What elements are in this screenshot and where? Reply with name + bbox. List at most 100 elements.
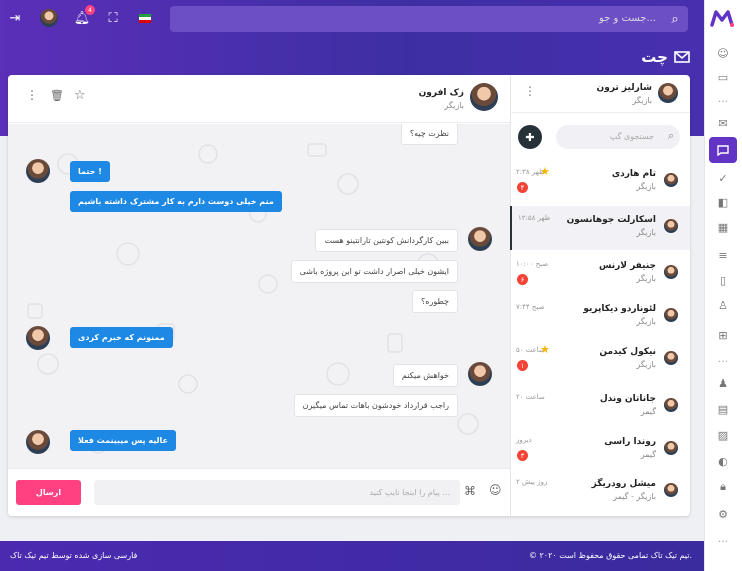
more-dots-icon-2: ··· [717, 354, 729, 368]
settings-icon[interactable]: ⚙ [712, 503, 734, 525]
emoji-icon[interactable]: ☺ [489, 483, 502, 497]
lock-icon[interactable]: 🔒︎ [712, 476, 734, 498]
avatar [664, 308, 678, 322]
chat-card: شارلیز ترون بازیگر ⋮ ⌕ جستجوی گپ ✚ تام ه… [8, 75, 690, 516]
nav-chat-active[interactable] [709, 137, 737, 163]
footer: © ۲۰۲۰ تیم تیک تاک تمامی حقوق محفوظ است.… [0, 541, 704, 571]
contact-role: گیمر [640, 407, 656, 416]
mail-icon[interactable]: ✉ [712, 112, 734, 134]
contact-role: گیمر [640, 450, 656, 459]
copyright-text: © ۲۰۲۰ تیم تیک تاک تمامی حقوق محفوظ است. [528, 551, 692, 560]
message-bubble-left: ممنونم که خبرم کردی [70, 327, 173, 348]
chat-contact-role: بازیگر [444, 101, 464, 110]
contact-item[interactable]: لئوناردو دیکاپریو بازیگر ۷:۴۴ صبح [510, 295, 690, 339]
cart-icon[interactable]: ⊞ [712, 324, 734, 346]
more-dots-icon-3: ··· [717, 534, 729, 548]
page-title: چت [641, 48, 690, 66]
calendar-icon[interactable]: ▦ [712, 216, 734, 238]
unread-badge: ۴ [517, 182, 528, 193]
message-bubble-right: ایشون خیلی اصرار داشت تو این پروژه باشی [290, 260, 458, 283]
contact-item[interactable]: جاناتان وندل گیمر ۲۰ ساعت [510, 385, 690, 429]
app-logo[interactable] [710, 9, 734, 27]
contact-item[interactable]: تام هاردی بازیگر ۲:۳۸ ظهر ★ ۴ [510, 160, 690, 204]
contact-role: بازیگر [636, 274, 656, 283]
page-title-text: چت [641, 48, 668, 66]
unread-badge: ۱ [517, 360, 528, 371]
attach-icon[interactable]: ⌘ [464, 484, 476, 498]
search-placeholder: جست و جو... [598, 13, 656, 24]
chat-header: زک افرون بازیگر ☆ 🗑︎ ⋮ [8, 75, 510, 123]
contact-name: میشل رودریگز [591, 479, 656, 489]
iran-flag-icon[interactable] [138, 9, 152, 27]
avatar [664, 441, 678, 455]
chat-search-placeholder: جستجوی گپ [609, 132, 654, 141]
chat-sidebar: شارلیز ترون بازیگر ⋮ ⌕ جستجوی گپ ✚ تام ه… [510, 75, 690, 516]
global-search[interactable]: ⌕ جست و جو... [170, 6, 688, 32]
delete-icon[interactable]: 🗑︎ [50, 89, 64, 102]
avatar [664, 219, 678, 233]
contact-time: ۷:۴۴ صبح [516, 303, 545, 311]
message-bubble-right: چطوره؟ [412, 290, 458, 313]
more-dots-icon: ··· [717, 94, 729, 108]
message-composer: ارسال ⌘ ☺ [8, 468, 510, 516]
chat-icon [717, 144, 729, 156]
contact-item[interactable]: میشل رودریگز بازیگر - گیمر ۲ روز پیش [510, 470, 690, 514]
notifications-bell[interactable]: 🔔︎ 4 [74, 5, 95, 27]
message-bubble-left: منم خیلی دوست دارم به کار مشترک داشته با… [70, 191, 282, 212]
menu-toggle-icon[interactable]: ⇥ [8, 9, 22, 27]
contact-item[interactable]: جنیفر لارنس بازیگر ۱۰:۰۰ صبح ۶ [510, 252, 690, 296]
message-input[interactable] [94, 480, 460, 505]
contact-name: تام هاردی [611, 169, 656, 179]
chat-search[interactable]: ⌕ جستجوی گپ [556, 125, 680, 149]
avatar [664, 398, 678, 412]
add-contact-button[interactable]: ✚ [518, 125, 542, 149]
smiley-icon[interactable]: ☺ [712, 42, 734, 64]
sidebar-menu-icon[interactable]: ⋮ [524, 84, 536, 98]
contact-time: ۱۲:۵۸ ظهر [518, 214, 551, 222]
user-icon[interactable]: ♙ [712, 294, 734, 316]
fullscreen-icon[interactable]: ⛶ [106, 9, 120, 27]
contact-item-selected[interactable]: اسکارلت جوهانسون بازیگر ۱۲:۵۸ ظهر [510, 206, 690, 250]
message-bubble-right: راجب قرارداد خودشون باهات تماس میگیرن [293, 394, 458, 417]
user-avatar-top[interactable] [40, 9, 58, 27]
more-vert-icon[interactable]: ⋮ [26, 88, 38, 102]
star-icon[interactable]: ★ [540, 343, 550, 356]
image-icon[interactable]: ▨ [712, 424, 734, 446]
sender-avatar [26, 326, 50, 350]
my-role: بازیگر [632, 96, 652, 105]
contact-time: دیروز [516, 436, 532, 444]
contact-role: بازیگر [636, 182, 656, 191]
avatar [664, 351, 678, 365]
person-icon[interactable]: ♟ [712, 372, 734, 394]
search-icon: ⌕ [667, 129, 674, 142]
my-name: شارلیز ترون [596, 83, 652, 93]
star-icon[interactable]: ★ [540, 165, 550, 178]
contact-time: ۱۰:۰۰ صبح [516, 260, 549, 268]
sidebar-header: شارلیز ترون بازیگر ⋮ [510, 75, 690, 113]
star-outline-icon[interactable]: ☆ [74, 88, 86, 103]
layout-icon[interactable]: ◧ [712, 191, 734, 213]
send-button[interactable]: ارسال [16, 480, 81, 505]
search-icon[interactable]: ⌕ [662, 6, 688, 32]
messages-area: نظرت چیه؟ حتما ! منم خیلی دوست دارم به ک… [8, 124, 510, 468]
sender-avatar [26, 159, 50, 183]
contact-avatar[interactable] [470, 83, 498, 111]
document-icon[interactable]: ▤ [712, 398, 734, 420]
message-bubble-right: ببین کارگردانش کونتین تارانتینو هست [315, 229, 458, 252]
palette-icon[interactable]: ◐ [712, 450, 734, 472]
contact-role: بازیگر [636, 317, 656, 326]
notification-badge: 4 [85, 5, 95, 15]
chat-contact-name: زک افرون [418, 88, 464, 98]
my-avatar[interactable] [658, 83, 678, 103]
message-bubble-left: حتما ! [70, 161, 110, 182]
message-bubble-left: عالیه پس میبینمت فعلا [70, 430, 176, 451]
nav-rail: ☺ ▭ ··· ✉ ✓ ◧ ▦ ≡ ▯ ♙ ⊞ ··· ♟ ▤ ▨ ◐ 🔒︎ ⚙… [704, 0, 742, 571]
check-icon[interactable]: ✓ [712, 167, 734, 189]
avatar [664, 265, 678, 279]
contact-item[interactable]: نیکول کیدمن بازیگر ۵۰ ساعت ★ ۱ [510, 338, 690, 382]
chat-bubble-icon[interactable]: ▭ [712, 66, 734, 88]
avatar [664, 483, 678, 497]
contact-item[interactable]: روندا راسی گیمر دیروز ۳ [510, 428, 690, 472]
clipboard-icon[interactable]: ▯ [712, 269, 734, 291]
list-icon[interactable]: ≡ [712, 244, 734, 266]
